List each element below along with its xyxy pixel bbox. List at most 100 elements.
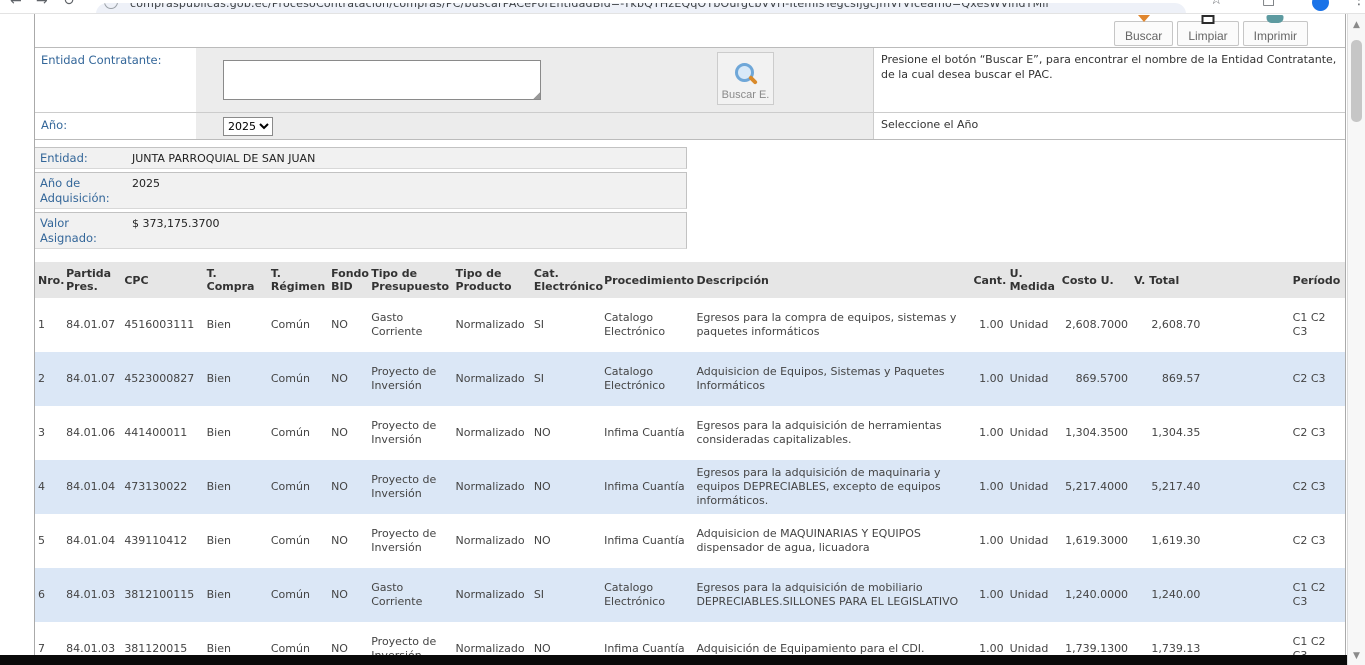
cell-v-total: 1,619.30 [1131, 514, 1203, 568]
cell-spacer [1203, 514, 1289, 568]
table-row: 184.01.074516003111BienComúnNOGasto Corr… [35, 298, 1346, 352]
limpiar-button[interactable]: Limpiar [1177, 21, 1238, 46]
header-t-compra: T. Compra [204, 262, 268, 298]
cell-procedimiento: Infima Cuantía [601, 460, 693, 514]
cell-t-regimen: Común [268, 514, 328, 568]
cell-costo-u: 1,739.1300 [1059, 622, 1131, 655]
entity-row: Entidad: JUNTA PARROQUIAL DE SAN JUAN [35, 147, 687, 169]
cell-tipo-producto: Normalizado [453, 568, 531, 622]
cell-spacer [1203, 298, 1289, 352]
cell-nro: 1 [35, 298, 63, 352]
cell-fondo-bid: NO [328, 298, 368, 352]
buscar-entidad-button[interactable]: Buscar E. [717, 52, 774, 105]
header-descripcion: Descripción [693, 262, 970, 298]
cell-tipo-producto: Normalizado [453, 514, 531, 568]
back-icon[interactable]: ← [10, 0, 22, 9]
cell-tipo-producto: Normalizado [453, 460, 531, 514]
anio-adquisicion-label: Año de Adquisición: [35, 173, 127, 208]
magnifier-icon [734, 62, 758, 86]
cell-cant: 1.00 [970, 352, 1006, 406]
toolbar: Buscar Limpiar Imprimir [1114, 21, 1308, 46]
cell-tipo-producto: Normalizado [453, 406, 531, 460]
cell-v-total: 1,240.00 [1131, 568, 1203, 622]
scroll-thumb[interactable] [1351, 40, 1362, 122]
cell-procedimiento: Infima Cuantía [601, 622, 693, 655]
cell-descripcion: Egresos para la adquisición de mobiliari… [693, 568, 970, 622]
buscar-e-label: Buscar E. [722, 89, 770, 101]
cell-spacer [1203, 406, 1289, 460]
cell-u-medida: Unidad [1007, 406, 1059, 460]
url-bar[interactable]: compraspublicas.gob.ec/ProcesoContrataci… [96, 3, 1186, 14]
cell-partida: 84.01.03 [63, 568, 121, 622]
limpiar-button-label: Limpiar [1188, 29, 1227, 43]
cell-periodo: C1 C2 C3 [1290, 568, 1346, 622]
header-u-medida: U. Medida [1007, 262, 1059, 298]
search-icon [1138, 15, 1150, 22]
save-icon[interactable]: □ [1262, 0, 1275, 8]
cell-cat-electronico: SI [531, 352, 601, 406]
pac-table-body: 184.01.074516003111BienComúnNOGasto Corr… [35, 298, 1346, 655]
cell-u-medida: Unidad [1007, 460, 1059, 514]
anio-select[interactable]: 2025 [223, 117, 273, 136]
table-row: 784.01.03381120015BienComúnNOProyecto de… [35, 622, 1346, 655]
cell-partida: 84.01.03 [63, 622, 121, 655]
cell-cant: 1.00 [970, 568, 1006, 622]
cell-cat-electronico: NO [531, 622, 601, 655]
buscar-button-label: Buscar [1125, 29, 1162, 43]
cell-cat-electronico: NO [531, 406, 601, 460]
cell-cat-electronico: SI [531, 568, 601, 622]
scroll-down-icon[interactable]: ▼ [1348, 651, 1365, 661]
cell-costo-u: 2,608.7000 [1059, 298, 1131, 352]
header-procedimiento: Procedimiento [601, 262, 693, 298]
cell-spacer [1203, 568, 1289, 622]
search-form: Entidad Contratante: Buscar E. Presione … [35, 47, 1345, 140]
imprimir-button[interactable]: Imprimir [1243, 21, 1308, 46]
entidad-contratante-label: Entidad Contratante: [35, 48, 196, 112]
cell-cpc: 4523000827 [121, 352, 203, 406]
bottom-black-bar [0, 655, 1347, 665]
browser-menu-icon[interactable]: ⋮ [1352, 0, 1365, 8]
header-cant: Cant. [970, 262, 1006, 298]
cell-u-medida: Unidad [1007, 514, 1059, 568]
cell-cant: 1.00 [970, 622, 1006, 655]
bookmark-star-icon[interactable]: ☆ [1210, 0, 1223, 8]
site-info-icon[interactable] [104, 3, 118, 9]
cell-t-regimen: Común [268, 460, 328, 514]
cell-procedimiento: Catalogo Electrónico [601, 568, 693, 622]
cell-descripcion: Adquisicion de MAQUINARIAS Y EQUIPOS dis… [693, 514, 970, 568]
profile-avatar[interactable] [1312, 0, 1329, 11]
cell-costo-u: 869.5700 [1059, 352, 1131, 406]
cell-periodo: C1 C2 C3 [1290, 298, 1346, 352]
cell-descripcion: Adquisición de Equipamiento para el CDI. [693, 622, 970, 655]
cell-tipo-presupuesto: Gasto Corriente [368, 298, 452, 352]
scroll-up-icon[interactable]: ▲ [1348, 20, 1365, 30]
cell-v-total: 2,608.70 [1131, 298, 1203, 352]
table-header-row: Nro. Partida Pres. CPC T. Compra T. Régi… [35, 262, 1346, 298]
cell-fondo-bid: NO [328, 568, 368, 622]
forward-icon[interactable]: → [36, 0, 48, 9]
buscar-button[interactable]: Buscar [1114, 21, 1173, 46]
cell-descripcion: Egresos para la adquisición de maquinari… [693, 460, 970, 514]
browser-chrome: ← → ↻ compraspublicas.gob.ec/ProcesoCont… [0, 0, 1365, 14]
page-content: Buscar Limpiar Imprimir Entidad Contrata… [34, 14, 1346, 655]
cell-partida: 84.01.07 [63, 352, 121, 406]
cell-spacer [1203, 622, 1289, 655]
table-row: 584.01.04439110412BienComúnNOProyecto de… [35, 514, 1346, 568]
header-tipo-producto: Tipo de Producto [453, 262, 531, 298]
reload-icon[interactable]: ↻ [63, 0, 75, 9]
vertical-scrollbar[interactable]: ▲ ▼ [1347, 14, 1365, 665]
url-text: compraspublicas.gob.ec/ProcesoContrataci… [130, 3, 1049, 10]
cell-costo-u: 5,217.4000 [1059, 460, 1131, 514]
cell-v-total: 869.57 [1131, 352, 1203, 406]
cell-v-total: 1,739.13 [1131, 622, 1203, 655]
cell-periodo: C2 C3 [1290, 406, 1346, 460]
header-nro: Nro. [35, 262, 63, 298]
cell-tipo-producto: Normalizado [453, 622, 531, 655]
cell-cpc: 381120015 [121, 622, 203, 655]
cell-tipo-presupuesto: Proyecto de Inversión [368, 622, 452, 655]
entidad-contratante-input[interactable] [223, 60, 541, 100]
header-fondo-bid: Fondo BID [328, 262, 368, 298]
cell-descripcion: Egresos para la adquisición de herramien… [693, 406, 970, 460]
cell-t-compra: Bien [204, 622, 268, 655]
anio-adquisicion-value: 2025 [127, 173, 686, 208]
